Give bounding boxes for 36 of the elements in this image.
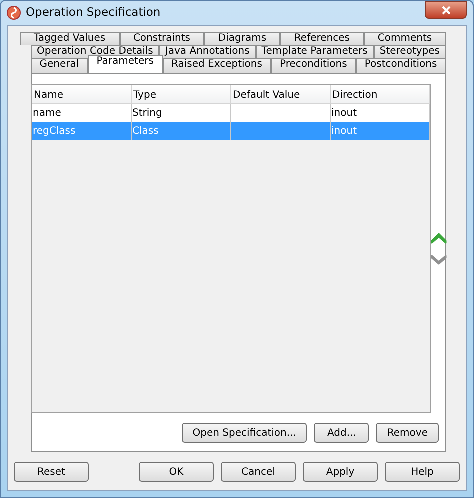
tab[interactable]: Template Parameters: [256, 45, 374, 58]
table-cell: String: [132, 108, 162, 119]
table-cell: inout: [332, 126, 357, 137]
tab[interactable]: Diagrams: [204, 32, 280, 45]
tab[interactable]: References: [280, 32, 364, 45]
dialog-button[interactable]: Reset: [14, 462, 89, 482]
tab[interactable]: Comments: [364, 32, 446, 45]
close-icon: [442, 6, 450, 15]
window-title: Operation Specification: [26, 4, 161, 22]
tab[interactable]: Constraints: [120, 32, 204, 45]
table-cell: name: [33, 108, 62, 119]
dialog-button[interactable]: OK: [139, 462, 214, 482]
column-header[interactable]: Direction: [330, 85, 430, 103]
column-header[interactable]: Type: [132, 85, 231, 103]
close-button[interactable]: [425, 1, 467, 19]
tab[interactable]: Stereotypes: [374, 45, 446, 58]
dialog-button[interactable]: Cancel: [221, 462, 296, 482]
tab[interactable]: Raised Exceptions: [162, 58, 272, 73]
dialog-button[interactable]: Apply: [303, 462, 378, 482]
tab[interactable]: Preconditions: [271, 58, 356, 73]
tab[interactable]: Java Annotations: [159, 45, 256, 58]
table-row[interactable]: name String inout: [32, 104, 430, 122]
table-cell: regClass: [33, 126, 76, 137]
dialog-button[interactable]: Help: [385, 462, 460, 482]
dialog-button[interactable]: Remove: [376, 423, 439, 443]
column-header[interactable]: Name: [32, 85, 132, 103]
table-cell: Class: [132, 126, 159, 137]
table-cell: inout: [332, 108, 357, 119]
tab[interactable]: Parameters: [88, 55, 163, 73]
tab[interactable]: Postconditions: [356, 58, 446, 73]
app-icon: [7, 6, 21, 20]
dialog-button[interactable]: Add...: [314, 423, 370, 443]
tab[interactable]: Tagged Values: [20, 32, 120, 45]
dialog-button[interactable]: Open Specification...: [182, 423, 308, 443]
tab[interactable]: General: [31, 58, 88, 73]
column-header[interactable]: Default Value: [231, 85, 330, 103]
